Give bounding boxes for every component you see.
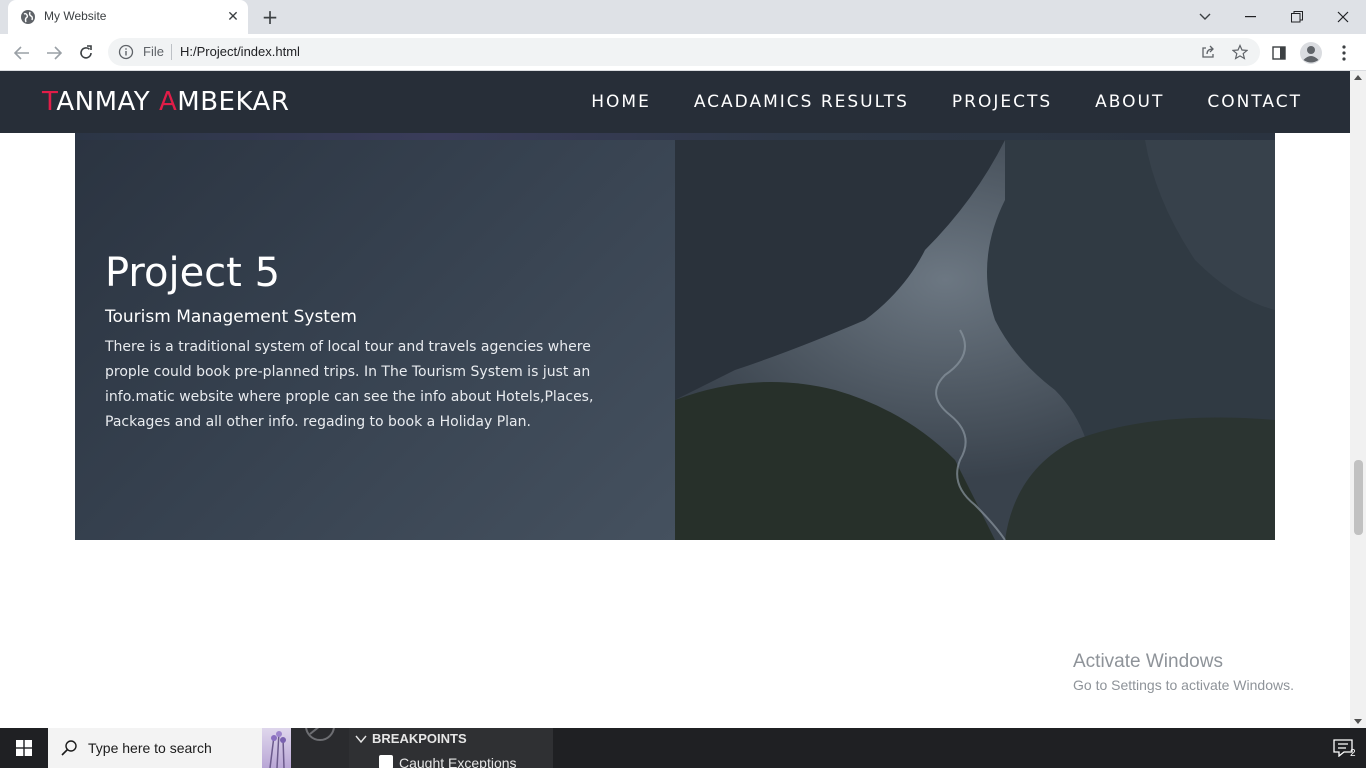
scroll-thumb[interactable] [1354,460,1363,535]
page-scrollbar[interactable] [1350,71,1366,728]
info-icon[interactable] [118,44,134,60]
page-viewport: TANMAY AMBEKAR HOME ACADAMICS RESULTS PR… [0,71,1350,728]
project-subtitle: Tourism Management System [105,307,357,327]
activate-windows-watermark: Activate Windows Go to Settings to activ… [1073,651,1294,693]
caught-exceptions-label: Caught Exceptions [399,755,517,768]
restore-icon[interactable] [1274,0,1320,34]
chevron-down-icon[interactable] [355,734,367,744]
scroll-down-arrow-icon[interactable] [1354,719,1362,724]
browser-tab-bar: My Website ✕ + [0,0,1366,34]
activate-windows-title: Activate Windows [1073,651,1223,672]
brand-initial-a: A [158,87,178,117]
breakpoints-panel: BREAKPOINTS Caught Exceptions [349,728,553,768]
close-window-icon[interactable] [1320,0,1366,34]
tab-search-chevron-icon[interactable] [1182,0,1228,34]
browser-toolbar: File H:/Project/index.html [0,34,1366,71]
project-card: Project 5 Tourism Management System Ther… [75,133,1275,540]
url-scheme-label: File [143,44,164,59]
minimize-icon[interactable] [1228,0,1274,34]
project-text-panel: Project 5 Tourism Management System Ther… [75,140,675,540]
brand-first-rest: ANMAY [56,87,159,117]
brand-last-rest: MBEKAR [177,87,290,117]
bookmark-star-icon[interactable] [1232,44,1248,60]
project-landscape-image [675,140,1275,540]
brand-initial-t: T [42,87,57,117]
back-arrow-icon[interactable] [9,40,35,66]
tab-title: My Website [44,9,107,23]
nav-link-contact[interactable]: CONTACT [1207,92,1302,112]
forward-arrow-icon[interactable] [41,40,67,66]
caught-exceptions-checkbox[interactable] [379,755,393,768]
url-text[interactable]: H:/Project/index.html [180,44,300,59]
globe-icon [21,10,35,24]
windows-start-icon[interactable] [0,728,48,768]
activate-windows-subtitle: Go to Settings to activate Windows. [1073,677,1294,693]
scroll-up-arrow-icon[interactable] [1354,75,1362,80]
url-divider [171,44,172,60]
previous-section-edge [75,133,1275,140]
kebab-menu-icon[interactable] [1333,42,1355,64]
address-bar[interactable]: File H:/Project/index.html [108,38,1260,66]
search-icon [61,740,77,756]
share-icon[interactable] [1200,44,1216,60]
notification-center-icon[interactable]: 2 [1320,728,1366,768]
site-logo[interactable]: TANMAY AMBEKAR [42,87,289,117]
notification-count: 2 [1350,748,1356,759]
reload-icon[interactable] [73,40,99,66]
search-highlight-image [262,728,291,768]
close-tab-icon[interactable]: ✕ [224,8,242,26]
browser-tab[interactable]: My Website ✕ [8,0,248,34]
profile-avatar-icon[interactable] [1300,42,1322,64]
site-navbar: TANMAY AMBEKAR HOME ACADAMICS RESULTS PR… [0,71,1350,133]
site-nav-links: HOME ACADAMICS RESULTS PROJECTS ABOUT CO… [591,92,1302,112]
nav-link-home[interactable]: HOME [591,92,651,112]
windows-taskbar: Type here to search BREAKPOINTS Caught E… [0,711,1366,768]
taskbar-search-box[interactable]: Type here to search [48,728,291,768]
project-title: Project 5 [105,250,281,296]
nav-link-projects[interactable]: PROJECTS [952,92,1052,112]
nav-link-academics-results[interactable]: ACADAMICS RESULTS [694,92,909,112]
project-description: There is a traditional system of local t… [105,339,594,430]
new-tab-icon[interactable]: + [259,6,281,28]
taskbar-search-placeholder: Type here to search [88,740,212,756]
side-panel-icon[interactable] [1268,42,1290,64]
taskbar-app-icon[interactable] [291,711,349,768]
breakpoints-title: BREAKPOINTS [372,731,467,746]
nav-link-about[interactable]: ABOUT [1095,92,1164,112]
